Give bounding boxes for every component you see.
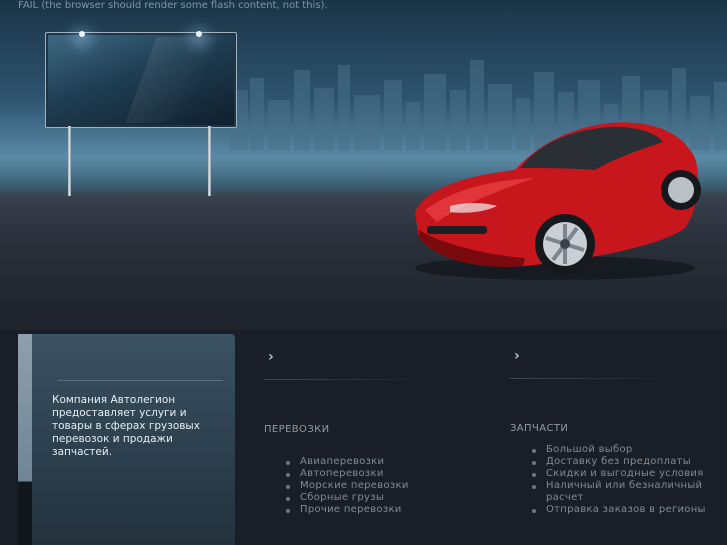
transport-list: Авиаперевозки Автоперевозки Морские пере… bbox=[286, 456, 409, 516]
company-intro-text: Компания Автолегион предоставляет услуги… bbox=[52, 394, 200, 458]
chevron-right-icon[interactable]: › bbox=[514, 348, 520, 364]
billboard-pole bbox=[208, 126, 211, 196]
billboard-pole bbox=[68, 126, 71, 196]
list-item[interactable]: Доставку без предоплаты bbox=[532, 456, 717, 468]
list-item[interactable]: Отправка заказов в регионы bbox=[532, 504, 717, 516]
list-item[interactable]: Скидки и выгодные условия bbox=[532, 468, 717, 480]
list-item[interactable]: Наличный или безналичный расчет bbox=[532, 480, 717, 504]
parts-list: Большой выбор Доставку без предоплаты Ск… bbox=[532, 444, 717, 516]
column-heading: ЗАПЧАСТИ bbox=[510, 423, 569, 434]
panel-divider bbox=[58, 380, 223, 381]
column-divider bbox=[510, 378, 680, 379]
billboard bbox=[45, 31, 237, 128]
billboard-lamp-icon bbox=[79, 31, 85, 37]
list-item[interactable]: Морские перевозки bbox=[286, 480, 409, 492]
list-item[interactable]: Большой выбор bbox=[532, 444, 717, 456]
flash-fallback-message: FAIL (the browser should render some fla… bbox=[18, 0, 328, 11]
chevron-right-icon[interactable]: › bbox=[268, 349, 274, 365]
billboard-glare bbox=[125, 37, 217, 123]
list-item[interactable]: Сборные грузы bbox=[286, 492, 409, 504]
column-heading: ПЕРЕВОЗКИ bbox=[264, 424, 330, 435]
panel-accent-strip bbox=[18, 334, 32, 545]
red-sports-car-image bbox=[415, 122, 701, 280]
column-divider bbox=[264, 379, 434, 380]
list-item[interactable]: Автоперевозки bbox=[286, 468, 409, 480]
list-item[interactable]: Прочие перевозки bbox=[286, 504, 409, 516]
header-scene: FAIL (the browser should render some fla… bbox=[0, 0, 727, 330]
list-item[interactable]: Авиаперевозки bbox=[286, 456, 409, 468]
